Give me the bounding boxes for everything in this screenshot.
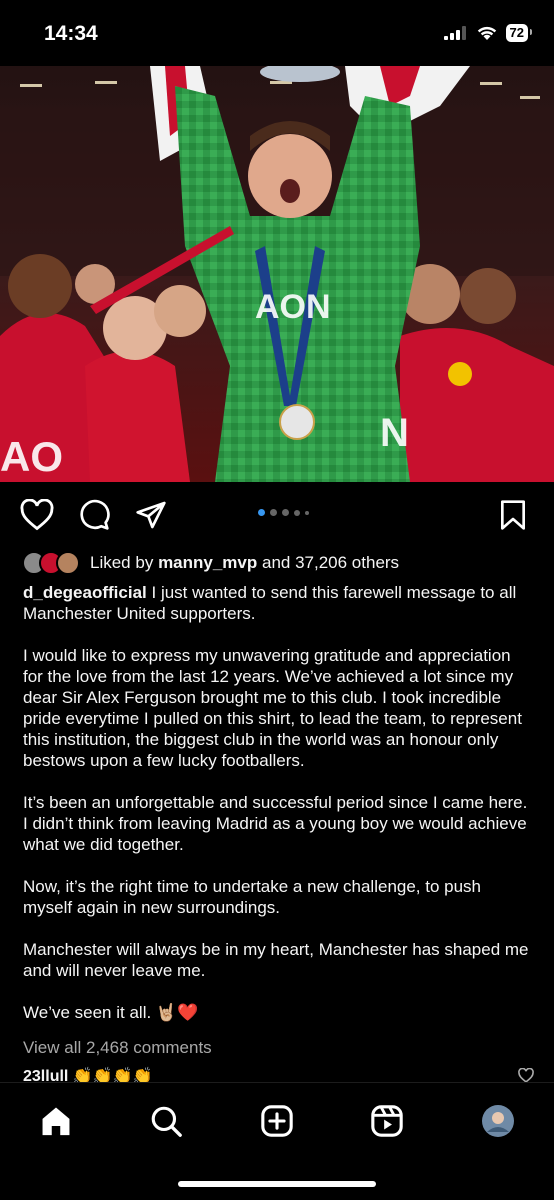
signal-icon bbox=[443, 26, 466, 40]
likes-username[interactable]: manny_mvp bbox=[158, 553, 257, 572]
liker-avatars bbox=[22, 551, 80, 575]
caption-paragraph: Manchester will always be in my heart, M… bbox=[23, 940, 529, 980]
caption-first-paragraph: d_degeaofficial I just wanted to send th… bbox=[23, 582, 533, 624]
caption-paragraph: We’ve seen it all. 🤘🏼❤️ bbox=[23, 1003, 199, 1022]
carousel-dot-active bbox=[258, 509, 265, 516]
carousel-dot bbox=[282, 509, 289, 516]
post-caption: d_degeaofficial I just wanted to send th… bbox=[23, 582, 533, 1044]
heart-icon bbox=[20, 499, 54, 531]
avatar bbox=[56, 551, 80, 575]
carousel-dot bbox=[305, 510, 309, 515]
search-icon bbox=[151, 1106, 182, 1137]
post-image[interactable]: AON N AO bbox=[0, 66, 554, 482]
comment-button[interactable] bbox=[75, 496, 113, 534]
likes-summary[interactable]: Liked by manny_mvp and 37,206 others bbox=[22, 550, 399, 576]
home-icon bbox=[42, 1107, 70, 1136]
carousel-indicator bbox=[258, 509, 309, 516]
svg-text:AON: AON bbox=[255, 288, 331, 326]
share-button[interactable] bbox=[132, 496, 170, 534]
likes-count[interactable]: and 37,206 others bbox=[262, 553, 399, 572]
trophy-celebration-photo: AON N AO bbox=[0, 66, 554, 482]
battery-indicator: 72 bbox=[505, 24, 533, 42]
reels-icon bbox=[371, 1105, 403, 1137]
profile-avatar bbox=[482, 1105, 514, 1137]
svg-text:N: N bbox=[380, 411, 409, 455]
carousel-dot bbox=[294, 509, 300, 516]
carousel-dot bbox=[270, 509, 277, 516]
nav-create[interactable] bbox=[257, 1101, 297, 1141]
bookmark-icon bbox=[501, 500, 526, 530]
likes-text: Liked by manny_mvp and 37,206 others bbox=[90, 553, 399, 573]
caption-paragraph: I would like to express my unwavering gr… bbox=[23, 646, 522, 770]
send-icon bbox=[136, 501, 166, 529]
caption-paragraph: It’s been an unforgettable and successfu… bbox=[23, 793, 528, 854]
save-button[interactable] bbox=[494, 496, 532, 534]
create-icon bbox=[261, 1105, 293, 1137]
status-icons: 72 bbox=[443, 24, 533, 42]
nav-search[interactable] bbox=[146, 1101, 186, 1141]
home-indicator[interactable] bbox=[178, 1181, 376, 1187]
comment-icon bbox=[80, 499, 110, 530]
post-action-bar bbox=[0, 496, 554, 536]
author-username[interactable]: d_degeaofficial bbox=[23, 583, 147, 602]
svg-text:AO: AO bbox=[0, 433, 63, 480]
caption-paragraph: Now, it’s the right time to undertake a … bbox=[23, 877, 482, 917]
status-time: 14:34 bbox=[44, 22, 98, 45]
heart-icon bbox=[518, 1067, 534, 1083]
nav-home[interactable] bbox=[36, 1101, 76, 1141]
nav-reels[interactable] bbox=[367, 1101, 407, 1141]
wifi-icon bbox=[477, 26, 496, 40]
view-all-comments-link[interactable]: View all 2,468 comments bbox=[23, 1038, 212, 1058]
like-button[interactable] bbox=[18, 496, 56, 534]
status-bar: 14:34 72 bbox=[0, 0, 554, 66]
likes-prefix: Liked by bbox=[90, 553, 154, 572]
nav-profile[interactable] bbox=[478, 1101, 518, 1141]
